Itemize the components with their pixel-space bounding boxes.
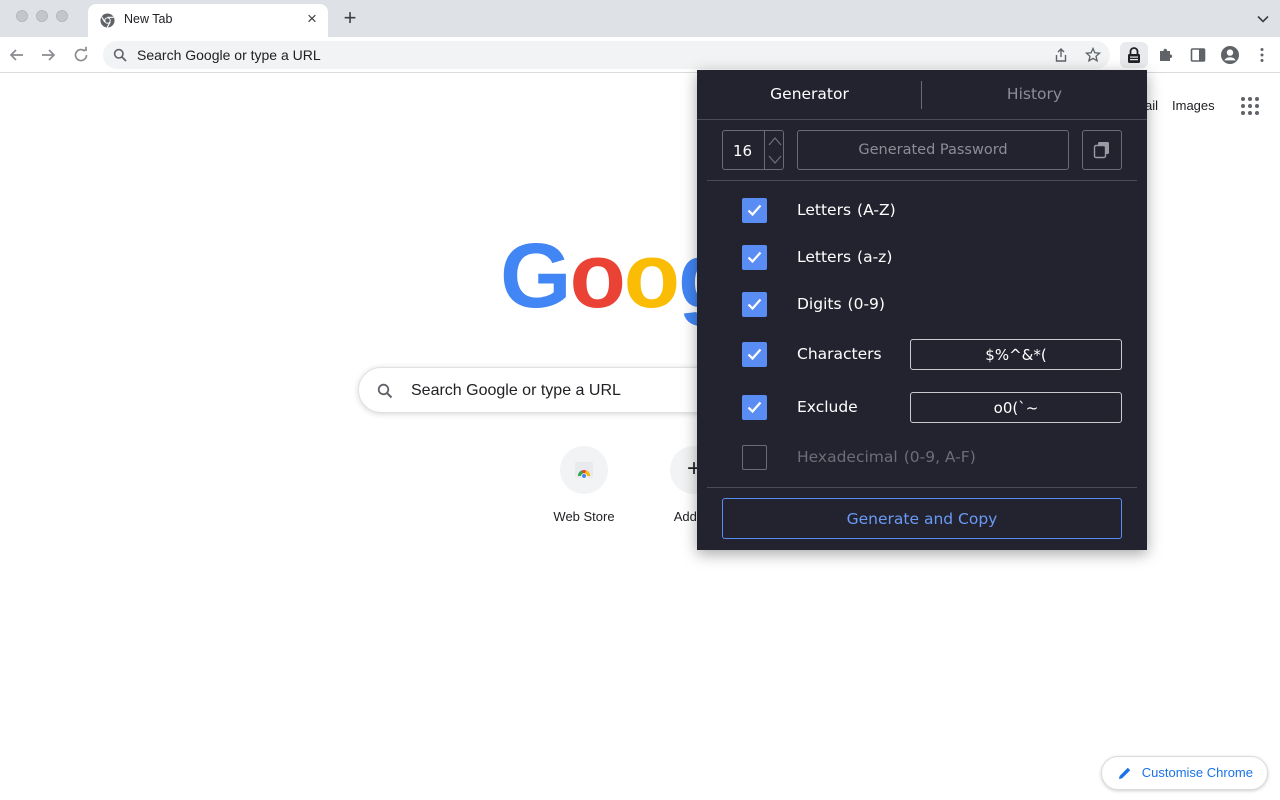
chevron-down-icon[interactable] bbox=[767, 151, 783, 168]
images-link[interactable]: Images bbox=[1172, 98, 1215, 113]
chevron-down-icon[interactable] bbox=[1256, 12, 1270, 26]
length-stepper[interactable]: 16 bbox=[722, 130, 784, 170]
stepper-divider bbox=[764, 131, 765, 169]
checkmark-icon bbox=[747, 204, 762, 217]
new-tab-button[interactable]: + bbox=[339, 7, 361, 30]
divider bbox=[707, 180, 1137, 181]
option-label: Digits (0-9) bbox=[797, 295, 885, 313]
side-panel-icon[interactable] bbox=[1188, 45, 1208, 65]
option-exclude: Exclude bbox=[742, 392, 1122, 423]
popup-tabs: Generator History bbox=[697, 70, 1147, 120]
copy-button[interactable] bbox=[1082, 130, 1122, 170]
logo-letter: o bbox=[623, 225, 680, 327]
shortcut-label: Web Store bbox=[553, 509, 615, 524]
tab-title: New Tab bbox=[124, 12, 173, 26]
characters-checkbox[interactable] bbox=[742, 342, 767, 367]
more-menu-icon[interactable] bbox=[1252, 45, 1272, 65]
option-range: (0-9) bbox=[847, 295, 885, 313]
shortcut-tile bbox=[560, 446, 608, 494]
hexadecimal-checkbox[interactable] bbox=[742, 445, 767, 470]
digits-checkbox[interactable] bbox=[742, 292, 767, 317]
option-uppercase: Letters (A-Z) bbox=[742, 198, 1122, 224]
chrome-icon bbox=[100, 13, 115, 28]
option-name: Exclude bbox=[797, 398, 858, 416]
option-range: (0-9, A-F) bbox=[903, 448, 976, 466]
omnibox-text: Search Google or type a URL bbox=[137, 47, 321, 63]
shortcut-web-store[interactable]: Web Store bbox=[528, 446, 640, 524]
exclude-checkbox[interactable] bbox=[742, 395, 767, 420]
checkmark-icon bbox=[747, 251, 762, 264]
divider bbox=[707, 487, 1137, 488]
search-icon bbox=[113, 48, 127, 62]
option-range: (a-z) bbox=[857, 248, 893, 266]
option-name: Letters bbox=[797, 201, 852, 219]
ntp-search-placeholder: Search Google or type a URL bbox=[411, 382, 621, 399]
exclude-input[interactable] bbox=[910, 392, 1122, 423]
window-zoom-dot[interactable] bbox=[56, 10, 68, 22]
omnibox[interactable]: Search Google or type a URL bbox=[103, 41, 1110, 69]
window-minimize-dot[interactable] bbox=[36, 10, 48, 22]
copy-icon bbox=[1093, 142, 1109, 159]
length-value[interactable]: 16 bbox=[733, 142, 752, 160]
checkmark-icon bbox=[747, 401, 762, 414]
option-name: Letters bbox=[797, 248, 852, 266]
window-close-dot[interactable] bbox=[16, 10, 28, 22]
lock-icon bbox=[1128, 47, 1140, 63]
google-apps-grid-icon[interactable] bbox=[1240, 96, 1260, 116]
option-lowercase: Letters (a-z) bbox=[742, 245, 1122, 271]
close-icon[interactable]: × bbox=[304, 10, 320, 27]
tab-strip: New Tab × + bbox=[0, 0, 1280, 37]
option-range: (A-Z) bbox=[857, 201, 896, 219]
password-generator-popup: Generator History 16 Letters (A-Z) Letter… bbox=[697, 70, 1147, 550]
logo-letter: G bbox=[500, 225, 572, 327]
generate-and-copy-button[interactable]: Generate and Copy bbox=[722, 498, 1122, 539]
back-arrow-icon[interactable] bbox=[7, 45, 27, 65]
option-label: Letters (a-z) bbox=[797, 248, 892, 266]
lowercase-checkbox[interactable] bbox=[742, 245, 767, 270]
customise-chrome-label: Customise Chrome bbox=[1141, 765, 1253, 780]
share-icon[interactable] bbox=[1053, 47, 1069, 63]
characters-input[interactable] bbox=[910, 339, 1122, 370]
checkmark-icon bbox=[747, 348, 762, 361]
chevron-up-icon[interactable] bbox=[767, 133, 783, 150]
profile-avatar-icon[interactable] bbox=[1220, 45, 1240, 65]
uppercase-checkbox[interactable] bbox=[742, 198, 767, 223]
toolbar: Search Google or type a URL bbox=[0, 37, 1280, 73]
reload-icon[interactable] bbox=[71, 45, 91, 65]
option-label: Letters (A-Z) bbox=[797, 201, 896, 219]
generated-password-field[interactable] bbox=[797, 130, 1069, 170]
bookmark-star-icon[interactable] bbox=[1085, 47, 1101, 63]
tab-generator[interactable]: Generator bbox=[697, 85, 922, 103]
option-label: Hexadecimal (0-9, A-F) bbox=[797, 448, 976, 466]
option-hexadecimal: Hexadecimal (0-9, A-F) bbox=[742, 445, 1122, 471]
option-name: Digits bbox=[797, 295, 842, 313]
customise-chrome-button[interactable]: Customise Chrome bbox=[1100, 756, 1268, 790]
password-generator-extension-button[interactable] bbox=[1120, 42, 1148, 68]
checkmark-icon bbox=[747, 298, 762, 311]
option-digits: Digits (0-9) bbox=[742, 292, 1122, 318]
tab-history[interactable]: History bbox=[922, 85, 1147, 103]
web-store-icon bbox=[575, 462, 593, 479]
forward-arrow-icon[interactable] bbox=[38, 45, 58, 65]
tab-new-tab[interactable]: New Tab × bbox=[88, 4, 328, 37]
logo-letter: o bbox=[569, 225, 626, 327]
option-name: Characters bbox=[797, 345, 882, 363]
option-characters: Characters bbox=[742, 339, 1122, 370]
pencil-icon bbox=[1118, 767, 1130, 779]
extensions-puzzle-icon[interactable] bbox=[1156, 45, 1176, 65]
option-name: Hexadecimal bbox=[797, 448, 898, 466]
search-icon bbox=[377, 383, 393, 399]
